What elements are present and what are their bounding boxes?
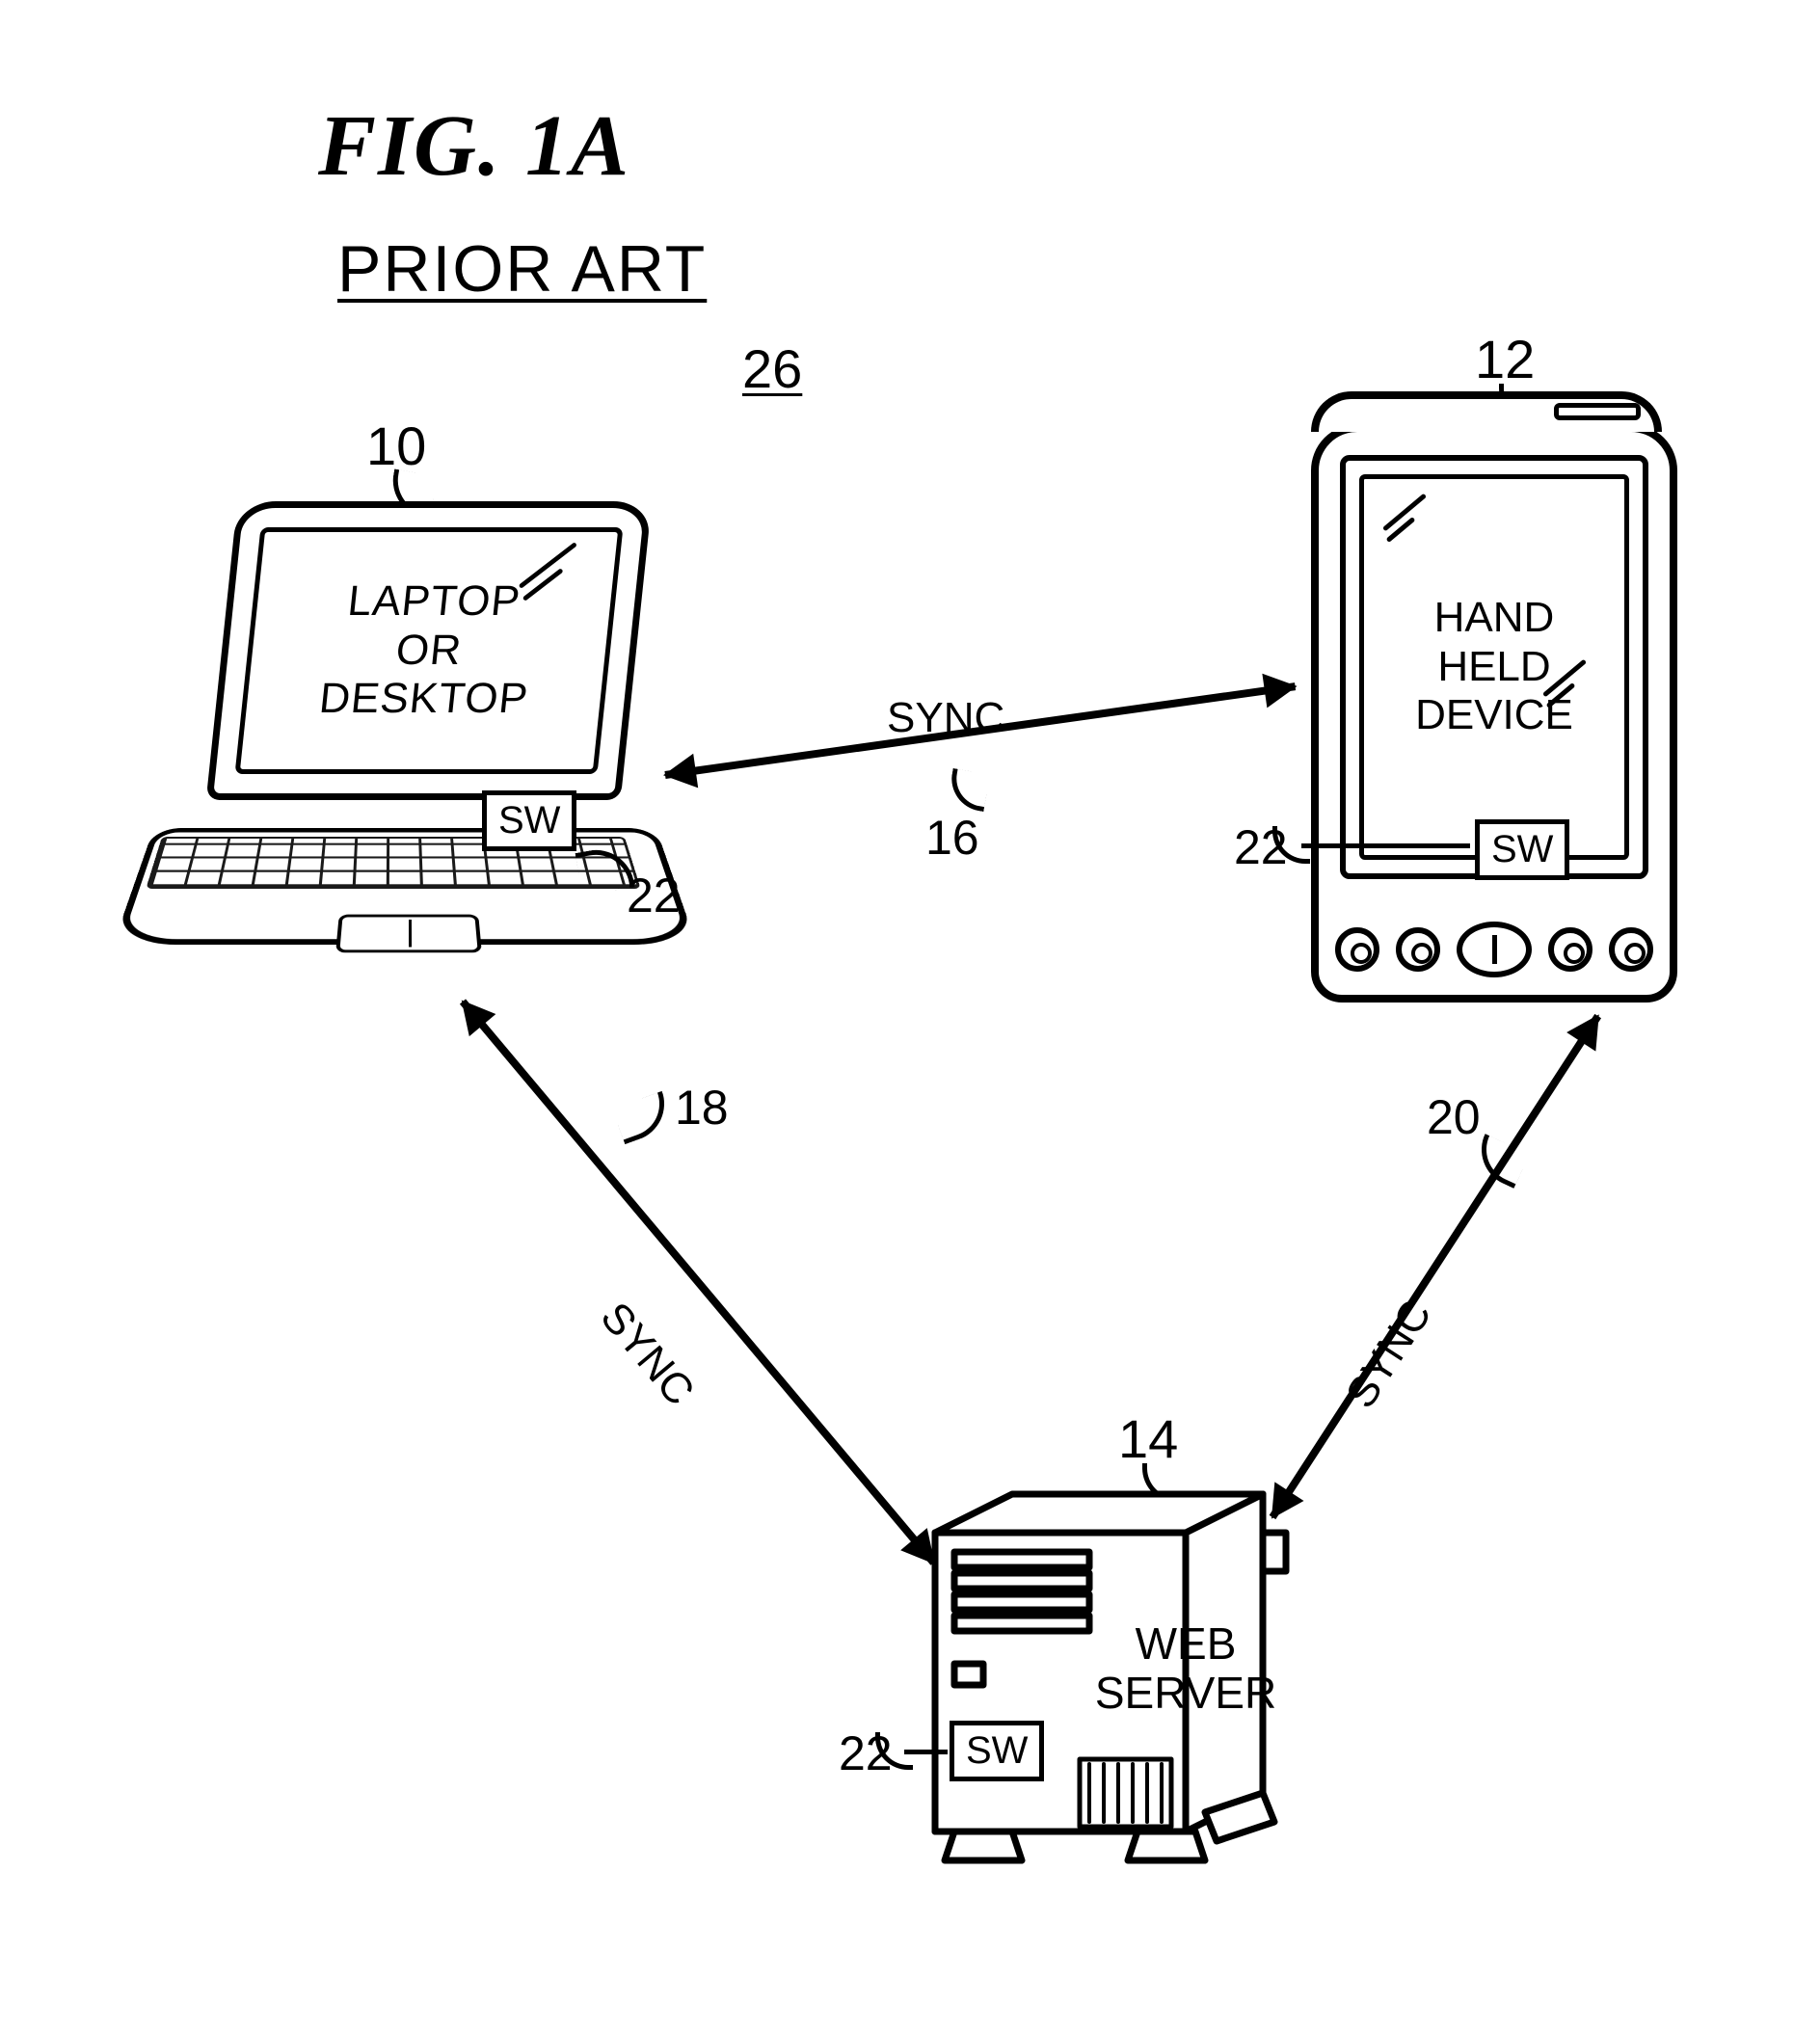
pda-screen: HAND HELD DEVICE xyxy=(1359,474,1629,860)
pda-button-icon xyxy=(1548,927,1592,972)
ref-sw-22-server: 22 xyxy=(839,1725,893,1781)
server-label-line1: WEB xyxy=(1136,1618,1237,1669)
figure-title: FIG. 1A xyxy=(318,96,630,196)
handheld-label-line1: HAND xyxy=(1434,594,1555,643)
server-label: WEB SERVER xyxy=(1089,1619,1282,1717)
server-label-line2: SERVER xyxy=(1095,1668,1276,1718)
ref-handheld-12: 12 xyxy=(1475,328,1535,390)
ref-sw-22-laptop: 22 xyxy=(627,868,681,923)
laptop-label-line2: OR xyxy=(393,627,464,676)
ref-link-16: 16 xyxy=(925,810,979,866)
leader-line xyxy=(947,768,990,812)
pda-dpad-icon xyxy=(1457,922,1532,977)
laptop-lid: LAPTOP OR DESKTOP xyxy=(206,501,653,800)
ref-sw-22-handheld: 22 xyxy=(1234,819,1288,875)
laptop-label-line1: LAPTOP xyxy=(345,577,522,627)
trackpad-icon xyxy=(335,915,482,953)
screen-glare-icon xyxy=(1538,662,1605,710)
ref-system-26: 26 xyxy=(742,337,802,400)
pda-button-icon xyxy=(1335,927,1379,972)
sync-label-20: SYNC xyxy=(1337,1292,1442,1417)
handheld-node: HAND HELD DEVICE xyxy=(1311,424,1677,1003)
laptop-screen: LAPTOP OR DESKTOP xyxy=(235,527,624,774)
pda-button-icon xyxy=(1609,927,1653,972)
laptop-label-line3: DESKTOP xyxy=(317,675,531,724)
figure-subtitle: PRIOR ART xyxy=(337,231,707,307)
handheld-label-line2: HELD xyxy=(1437,643,1550,692)
sync-label-16: SYNC xyxy=(887,694,1004,742)
leader-line xyxy=(1301,843,1470,848)
ref-link-18: 18 xyxy=(675,1080,729,1136)
pda-bezel: HAND HELD DEVICE xyxy=(1340,455,1648,879)
screen-glare-icon xyxy=(1378,496,1445,545)
sync-label-18: SYNC xyxy=(591,1294,704,1415)
pda-slot-icon xyxy=(1554,403,1641,420)
ref-server-14: 14 xyxy=(1118,1407,1178,1470)
sw-box-server: SW xyxy=(950,1721,1044,1781)
screen-glare-icon xyxy=(509,544,602,611)
sw-box-handheld: SW xyxy=(1475,819,1569,880)
ref-laptop-10: 10 xyxy=(366,414,426,477)
leader-line xyxy=(904,1750,948,1754)
pda-button-row xyxy=(1319,922,1670,977)
leader-line xyxy=(612,1091,675,1144)
laptop-node: LAPTOP OR DESKTOP xyxy=(116,501,694,983)
pda-button-icon xyxy=(1396,927,1440,972)
figure-1a: FIG. 1A PRIOR ART 26 10 LAPTOP OR DESKTO… xyxy=(0,0,1820,2032)
ref-link-20: 20 xyxy=(1427,1089,1481,1145)
sw-box-laptop: SW xyxy=(482,790,576,851)
